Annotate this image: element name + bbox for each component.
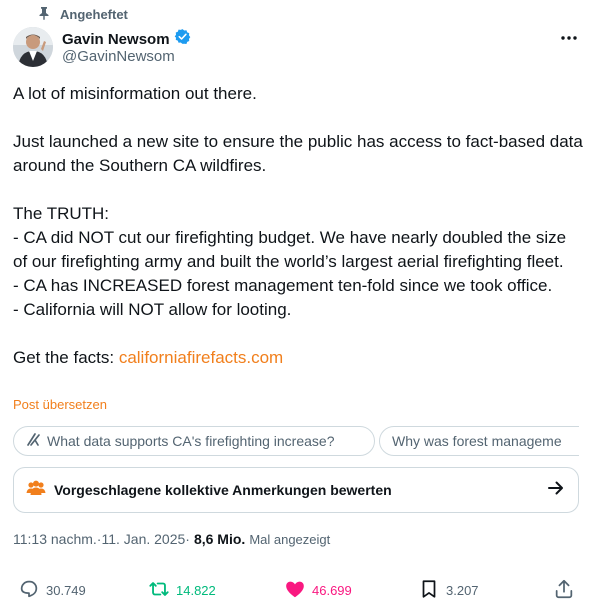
community-notes-label: Vorgeschlagene kollektive Anmerkungen be… — [54, 482, 392, 498]
community-notes-button[interactable]: Vorgeschlagene kollektive Anmerkungen be… — [13, 467, 579, 513]
avatar[interactable] — [13, 27, 53, 67]
arrow-right-icon — [548, 481, 564, 500]
author-name-row[interactable]: Gavin Newsom — [62, 28, 191, 50]
view-count-label: Mal angezeigt — [249, 532, 331, 547]
suggestion-chip[interactable]: What data supports CA's firefighting inc… — [13, 426, 375, 456]
author-name[interactable]: Gavin Newsom — [62, 31, 170, 48]
pin-icon — [38, 6, 50, 23]
facts-line: Get the facts: californiafirefacts.com — [13, 346, 585, 370]
tweet-text: A lot of misinformation out there. Just … — [13, 82, 585, 370]
translate-post-link[interactable]: Post übersetzen — [13, 397, 107, 412]
more-options-icon[interactable] — [558, 28, 580, 48]
bookmark-icon — [418, 578, 440, 603]
tweet-line: - CA did NOT cut our firefighting budget… — [13, 228, 571, 271]
reply-count: 30.749 — [46, 583, 86, 598]
verified-badge-icon — [174, 28, 191, 50]
author-handle[interactable]: @GavinNewsom — [62, 48, 175, 65]
repost-icon — [148, 578, 170, 603]
heart-icon — [284, 578, 306, 603]
like-button[interactable]: 46.699 — [284, 578, 352, 603]
tweet-line: - California will NOT allow for looting. — [13, 300, 292, 319]
facts-prefix: Get the facts: — [13, 348, 119, 367]
post-meta: 11:13 nachm. · 11. Jan. 2025 · 8,6 Mio. … — [13, 531, 330, 547]
tweet-line: Just launched a new site to ensure the p… — [13, 132, 588, 175]
community-people-icon — [26, 480, 46, 501]
grok-icon — [26, 432, 41, 450]
share-icon — [553, 578, 575, 603]
tweet-line: - CA has INCREASED forest management ten… — [13, 276, 553, 295]
suggestion-chips: What data supports CA's firefighting inc… — [13, 426, 579, 456]
pinned-indicator: Angeheftet — [38, 6, 128, 23]
bookmark-button[interactable]: 3.207 — [418, 578, 479, 603]
pinned-label: Angeheftet — [60, 7, 128, 22]
like-count: 46.699 — [312, 583, 352, 598]
post-date[interactable]: 11. Jan. 2025 — [101, 531, 185, 547]
share-button[interactable] — [553, 578, 575, 603]
suggestion-chip[interactable]: Why was forest manageme — [379, 426, 579, 456]
repost-count: 14.822 — [176, 583, 216, 598]
reply-icon — [18, 578, 40, 603]
bookmark-count: 3.207 — [446, 583, 479, 598]
reply-button[interactable]: 30.749 — [18, 578, 86, 603]
view-count: 8,6 Mio. — [193, 531, 246, 547]
suggestion-chip-label: Why was forest manageme — [392, 433, 562, 449]
suggestion-chip-label: What data supports CA's firefighting inc… — [47, 433, 335, 449]
post-time[interactable]: 11:13 nachm. — [13, 531, 97, 547]
tweet-line: A lot of misinformation out there. — [13, 84, 257, 103]
meta-separator: · — [185, 531, 190, 547]
repost-button[interactable]: 14.822 — [148, 578, 216, 603]
tweet-line: The TRUTH: — [13, 204, 110, 223]
facts-link[interactable]: californiafirefacts.com — [119, 348, 283, 367]
